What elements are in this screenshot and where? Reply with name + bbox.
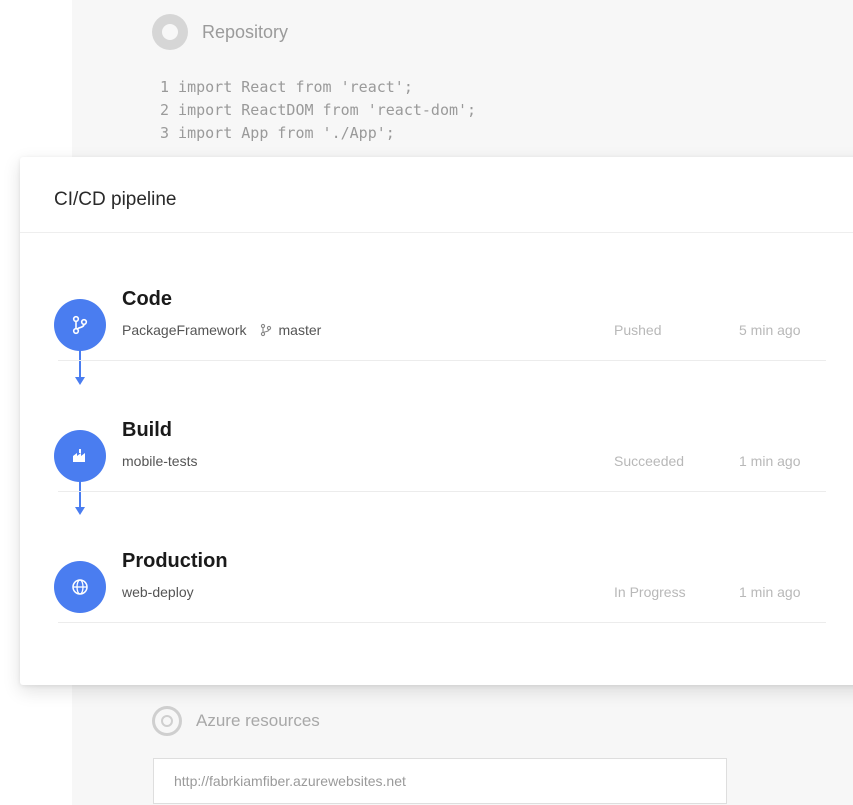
pipeline-stage-production[interactable]: Production web-deploy In Progress 1 min … <box>54 546 826 646</box>
stage-project: mobile-tests <box>122 453 198 469</box>
stage-project: PackageFramework <box>122 322 247 338</box>
azure-url-value: http://fabrkiamfiber.azurewebsites.net <box>174 773 406 789</box>
row-divider <box>58 622 826 623</box>
pipeline-header-divider <box>20 232 853 233</box>
repository-title: Repository <box>202 21 289 42</box>
repository-header: Repository <box>152 14 288 50</box>
row-divider <box>58 491 826 492</box>
git-branch-icon <box>54 299 106 351</box>
branch-badge[interactable]: master <box>259 322 322 338</box>
github-icon <box>152 14 188 50</box>
stage-name: Production <box>122 550 228 572</box>
stage-status: Succeeded <box>614 453 685 469</box>
code-line: 3 import App from './App'; <box>160 124 395 142</box>
stage-status: In Progress <box>614 584 686 600</box>
pipeline-stage-build[interactable]: Build mobile-tests Succeeded 1 min ago <box>54 415 826 515</box>
stage-detail-row: mobile-tests <box>122 453 197 469</box>
stage-name: Code <box>122 288 172 310</box>
row-divider <box>58 360 826 361</box>
branch-name: master <box>278 322 322 338</box>
stage-detail-row: web-deploy <box>122 584 194 600</box>
build-factory-icon <box>54 430 106 482</box>
stage-time: 1 min ago <box>739 584 801 600</box>
stage-status: Pushed <box>614 322 662 338</box>
stage-time: 1 min ago <box>739 453 801 469</box>
azure-resources-title: Azure resources <box>196 711 320 730</box>
cicd-pipeline-card: CI/CD pipeline Code PackageFramework mas… <box>20 157 853 685</box>
stage-project: web-deploy <box>122 584 194 600</box>
code-preview: 1 import React from 'react'; 2 import Rea… <box>160 76 476 145</box>
code-line: 1 import React from 'react'; <box>160 78 413 96</box>
azure-icon <box>152 706 182 736</box>
stage-detail-row: PackageFramework master <box>122 322 321 338</box>
pipeline-title: CI/CD pipeline <box>54 189 177 210</box>
pipeline-stage-code[interactable]: Code PackageFramework master Pushed 5 mi… <box>54 284 826 384</box>
azure-resources-header: Azure resources <box>152 706 320 736</box>
stage-name: Build <box>122 419 172 441</box>
git-branch-icon <box>260 323 271 337</box>
stage-time: 5 min ago <box>739 322 801 338</box>
azure-url-field[interactable]: http://fabrkiamfiber.azurewebsites.net <box>153 758 727 804</box>
globe-icon <box>54 561 106 613</box>
code-line: 2 import ReactDOM from 'react-dom'; <box>160 101 477 119</box>
